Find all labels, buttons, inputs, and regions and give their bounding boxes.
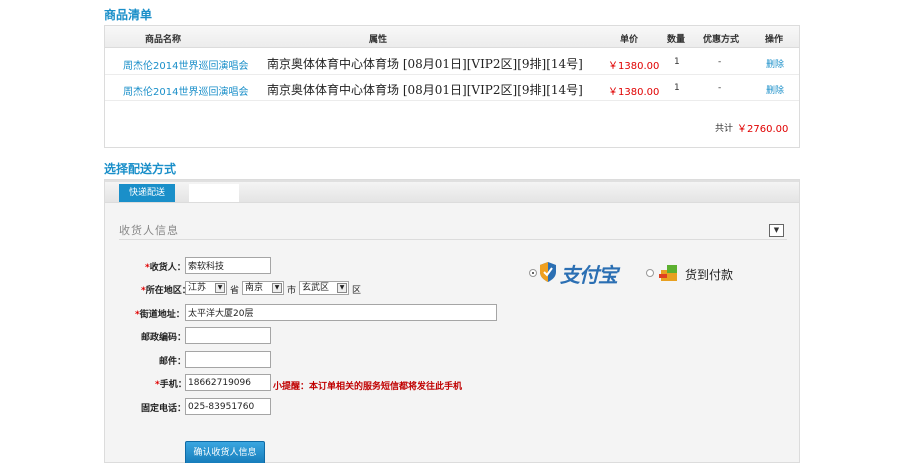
goods-section-title: 商品清单 — [104, 8, 153, 22]
header-discount: 优惠方式 — [703, 35, 740, 45]
delivery-section-title: 选择配送方式 — [104, 162, 177, 176]
chevron-down-icon: ▼ — [215, 283, 225, 293]
total-value: ￥2760.00 — [737, 124, 789, 135]
delete-link[interactable]: 删除 — [766, 57, 784, 70]
alipay-logo-text: 支付宝 — [560, 263, 618, 287]
mobile-tip: 小提醒：本订单相关的服务短信都将发往此手机 — [273, 382, 463, 392]
goods-discount: - — [718, 57, 722, 67]
goods-property: 南京奥体体育中心体育场 [08月01日][VIP2区][9排][14号] — [267, 57, 583, 71]
header-name: 商品名称 — [145, 35, 182, 45]
receiver-title-divider — [119, 239, 787, 240]
receiver-info-title: 收货人信息 — [119, 224, 179, 237]
delete-link[interactable]: 删除 — [766, 83, 784, 96]
delivery-tab-bar: 快递配送 — [105, 180, 799, 202]
province-unit: 省 — [230, 286, 240, 296]
alipay-logo[interactable]: 支付宝 — [539, 259, 631, 287]
header-property: 属性 — [369, 35, 388, 45]
goods-table-header: 商品名称 属性 单价 数量 优惠方式 操作 — [105, 26, 799, 48]
receiver-name-input[interactable] — [185, 257, 271, 274]
city-select[interactable]: 南京 ▼ — [242, 281, 284, 295]
province-select[interactable]: 江苏 ▼ — [185, 281, 227, 295]
mobile-label: *手机： — [155, 380, 187, 390]
header-price: 单价 — [620, 35, 639, 45]
goods-discount: - — [718, 83, 722, 93]
district-unit: 区 — [352, 286, 362, 296]
receiver-name-label: *收货人： — [145, 263, 186, 273]
collapse-toggle[interactable]: ▼ — [769, 224, 784, 237]
cod-radio[interactable] — [646, 269, 654, 277]
chevron-down-icon: ▼ — [337, 283, 347, 293]
chevron-down-icon: ▼ — [773, 226, 780, 234]
email-label: 邮件： — [159, 357, 187, 367]
goods-quantity: 1 — [674, 83, 680, 93]
goods-name-link[interactable]: 周杰伦2014世界巡回演唱会 — [123, 57, 248, 72]
table-row: 周杰伦2014世界巡回演唱会 南京奥体体育中心体育场 [08月01日][VIP2… — [105, 76, 799, 100]
total-label: 共计 — [715, 124, 734, 134]
receiver-info-panel: 收货人信息 ▼ *收货人： *所在地区： 江苏▼ 省 南京▼ 市 玄武区▼ 区 … — [105, 202, 799, 463]
phone-input[interactable] — [185, 398, 271, 415]
shield-icon — [540, 262, 556, 282]
district-select[interactable]: 玄武区 ▼ — [299, 281, 349, 295]
goods-name-link[interactable]: 周杰伦2014世界巡回演唱会 — [123, 83, 248, 98]
header-quantity: 数量 — [667, 35, 686, 45]
phone-label: 固定电话： — [141, 404, 187, 414]
email-input[interactable] — [185, 351, 271, 368]
city-unit: 市 — [287, 286, 297, 296]
cash-on-delivery-icon — [659, 265, 677, 281]
chevron-down-icon: ▼ — [272, 283, 282, 293]
postcode-input[interactable] — [185, 327, 271, 344]
goods-price: ￥1380.00 — [608, 61, 660, 72]
row-divider — [105, 100, 799, 101]
postcode-label: 邮政编码： — [141, 333, 187, 343]
row-divider — [105, 74, 799, 75]
cod-text: 货到付款 — [685, 268, 734, 282]
table-row: 周杰伦2014世界巡回演唱会 南京奥体体育中心体育场 [08月01日][VIP2… — [105, 50, 799, 74]
mobile-input[interactable] — [185, 374, 271, 391]
delivery-panel: 快递配送 收货人信息 ▼ *收货人： *所在地区： 江苏▼ 省 南京▼ 市 玄武… — [104, 179, 800, 463]
goods-quantity: 1 — [674, 57, 680, 67]
alipay-radio[interactable] — [529, 269, 537, 277]
header-action: 操作 — [765, 35, 784, 45]
region-label: *所在地区： — [141, 286, 191, 296]
tab-express-delivery[interactable]: 快递配送 — [119, 184, 175, 202]
tab-blank — [189, 184, 239, 202]
goods-table: 商品名称 属性 单价 数量 优惠方式 操作 周杰伦2014世界巡回演唱会 南京奥… — [104, 25, 800, 148]
confirm-receiver-button[interactable]: 确认收货人信息 — [185, 441, 265, 463]
street-address-input[interactable] — [185, 304, 497, 321]
goods-price: ￥1380.00 — [608, 87, 660, 98]
goods-property: 南京奥体体育中心体育场 [08月01日][VIP2区][9排][14号] — [267, 83, 583, 97]
cod-option[interactable]: 货到付款 — [659, 263, 749, 283]
street-label: *街道地址： — [135, 310, 185, 320]
